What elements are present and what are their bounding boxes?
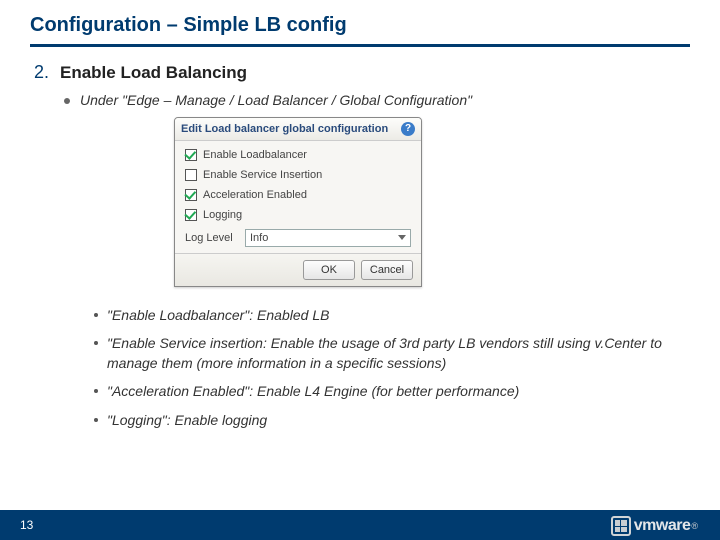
slide-title: Configuration – Simple LB config xyxy=(30,14,347,37)
chevron-down-icon xyxy=(398,235,406,240)
checkbox-enable-service-insertion[interactable]: Enable Service Insertion xyxy=(185,169,411,181)
list-item: "Enable Service insertion: Enable the us… xyxy=(94,333,694,374)
lb-global-config-dialog: Edit Load balancer global configuration … xyxy=(174,117,422,287)
logo-text: vmware xyxy=(634,517,691,535)
bullet-dot-icon xyxy=(94,313,98,317)
list-item-text: "Acceleration Enabled": Enable L4 Engine… xyxy=(107,381,519,401)
loglevel-select[interactable]: Info xyxy=(245,229,411,247)
checkbox-label: Enable Service Insertion xyxy=(203,169,322,181)
checkbox-logging[interactable]: Logging xyxy=(185,209,411,221)
bullet-dot-icon xyxy=(94,389,98,393)
ok-button[interactable]: OK xyxy=(303,260,355,280)
registered-mark: ® xyxy=(691,521,698,531)
sub-bullet-text: Under "Edge – Manage / Load Balancer / G… xyxy=(80,91,472,111)
loglevel-row: Log Level Info xyxy=(185,229,411,247)
dialog-footer: OK Cancel xyxy=(175,253,421,286)
vmware-logo: vmware ® xyxy=(611,516,698,536)
checkbox-enable-loadbalancer[interactable]: Enable Loadbalancer xyxy=(185,149,411,161)
bullet-dot-icon xyxy=(64,98,70,104)
checkbox-acceleration-enabled[interactable]: Acceleration Enabled xyxy=(185,189,411,201)
footer-bar: 13 vmware ® xyxy=(0,510,720,540)
explanation-list: "Enable Loadbalancer": Enabled LB "Enabl… xyxy=(94,305,694,430)
loglevel-label: Log Level xyxy=(185,232,245,244)
cancel-button[interactable]: Cancel xyxy=(361,260,413,280)
list-item: "Logging": Enable logging xyxy=(94,410,694,430)
loglevel-value: Info xyxy=(250,232,268,244)
checkbox-icon[interactable] xyxy=(185,149,197,161)
step-heading: Enable Load Balancing xyxy=(60,63,247,83)
list-item: "Enable Loadbalancer": Enabled LB xyxy=(94,305,694,325)
dialog-titlebar: Edit Load balancer global configuration … xyxy=(175,118,421,141)
list-item-text: "Enable Loadbalancer": Enabled LB xyxy=(107,305,329,325)
checkbox-icon[interactable] xyxy=(185,169,197,181)
list-item-text: "Enable Service insertion: Enable the us… xyxy=(107,333,694,374)
slide-body: 2. Enable Load Balancing Under "Edge – M… xyxy=(34,62,694,438)
sub-bullet-path: Under "Edge – Manage / Load Balancer / G… xyxy=(64,91,694,111)
bullet-dot-icon xyxy=(94,418,98,422)
title-rule xyxy=(30,44,690,47)
slide: Configuration – Simple LB config 2. Enab… xyxy=(0,0,720,540)
page-number: 13 xyxy=(20,518,33,532)
step-row: 2. Enable Load Balancing xyxy=(34,62,694,83)
dialog-screenshot: Edit Load balancer global configuration … xyxy=(174,117,694,287)
checkbox-label: Acceleration Enabled xyxy=(203,189,307,201)
bullet-dot-icon xyxy=(94,341,98,345)
checkbox-label: Enable Loadbalancer xyxy=(203,149,307,161)
step-number: 2. xyxy=(34,62,60,83)
help-icon[interactable]: ? xyxy=(401,122,415,136)
logo-icon xyxy=(611,516,631,536)
checkbox-icon[interactable] xyxy=(185,209,197,221)
list-item: "Acceleration Enabled": Enable L4 Engine… xyxy=(94,381,694,401)
dialog-body: Enable Loadbalancer Enable Service Inser… xyxy=(175,141,421,253)
dialog-title: Edit Load balancer global configuration xyxy=(181,123,388,135)
checkbox-icon[interactable] xyxy=(185,189,197,201)
checkbox-label: Logging xyxy=(203,209,242,221)
list-item-text: "Logging": Enable logging xyxy=(107,410,267,430)
